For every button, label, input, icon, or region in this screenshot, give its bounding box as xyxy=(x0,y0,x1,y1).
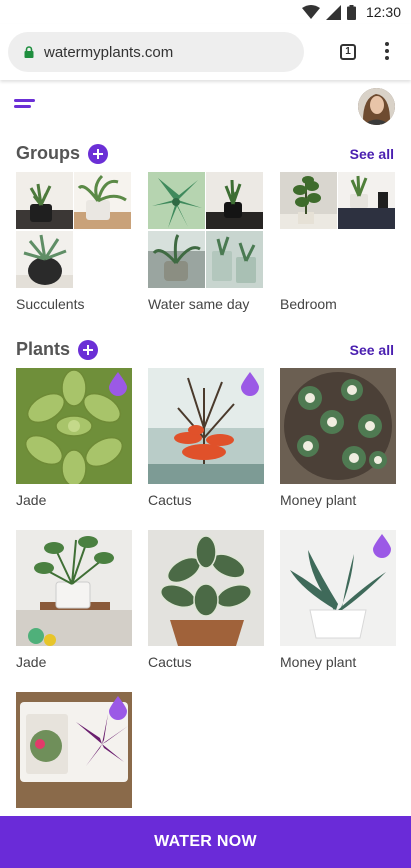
plant-label: Cactus xyxy=(148,654,192,670)
plants-see-all-link[interactable]: See all xyxy=(350,342,394,358)
group-photo xyxy=(206,231,263,288)
group-photo xyxy=(206,172,263,229)
status-icons: 12:30 xyxy=(301,4,401,20)
group-label: Water same day xyxy=(148,296,250,312)
add-plant-button[interactable] xyxy=(78,339,99,360)
plants-header: Plants xyxy=(16,339,99,360)
group-tile-succulents[interactable] xyxy=(16,172,132,288)
browser-toolbar: watermyplants.com 1 xyxy=(0,24,411,80)
plant-photo xyxy=(148,530,264,646)
menu-icon[interactable] xyxy=(14,99,38,113)
signal-icon xyxy=(325,4,341,20)
plants-title: Plants xyxy=(16,339,71,359)
group-photo xyxy=(16,231,73,288)
wifi-icon xyxy=(301,5,320,19)
group-label: Succulents xyxy=(16,296,85,312)
plant-label: Money plant xyxy=(280,654,357,670)
plant-label: Jade xyxy=(16,492,47,508)
water-drop-icon xyxy=(109,372,127,396)
water-now-button[interactable]: WATER NOW xyxy=(0,816,411,868)
plant-tile-7[interactable] xyxy=(16,692,132,808)
plant-tile-cactus-2[interactable] xyxy=(148,530,264,646)
plant-tile-cactus[interactable] xyxy=(148,368,264,484)
group-label: Bedroom xyxy=(280,296,337,312)
plant-tile-money-plant[interactable] xyxy=(280,368,396,484)
groups-see-all-link[interactable]: See all xyxy=(350,146,394,162)
plant-label: Jade xyxy=(16,654,47,670)
group-photo xyxy=(16,172,73,229)
group-tile-bedroom[interactable] xyxy=(280,172,396,230)
plant-photo xyxy=(280,368,396,484)
browser-menu-button[interactable] xyxy=(384,42,390,62)
avatar[interactable] xyxy=(358,88,395,125)
battery-icon xyxy=(346,4,356,20)
water-drop-icon xyxy=(373,534,391,558)
water-drop-icon xyxy=(241,372,259,396)
plant-photo xyxy=(16,530,132,646)
lock-icon xyxy=(24,46,34,58)
address-bar[interactable]: watermyplants.com xyxy=(8,32,304,72)
group-photo xyxy=(148,172,205,229)
group-photo xyxy=(74,172,131,229)
status-time: 12:30 xyxy=(365,4,401,20)
group-photo xyxy=(338,172,395,229)
plant-tile-money-plant-2[interactable] xyxy=(280,530,396,646)
tab-switcher-button[interactable]: 1 xyxy=(340,44,356,60)
plant-label: Money plant xyxy=(280,492,357,508)
status-bar: 12:30 xyxy=(0,0,411,24)
plant-tile-jade[interactable] xyxy=(16,368,132,484)
group-photo xyxy=(148,231,205,288)
groups-title: Groups xyxy=(16,143,81,163)
add-group-button[interactable] xyxy=(88,143,109,164)
plant-tile-jade-2[interactable] xyxy=(16,530,132,646)
group-tile-water-same-day[interactable] xyxy=(148,172,264,288)
group-photo xyxy=(280,172,337,229)
groups-header: Groups xyxy=(16,143,109,164)
url-text: watermyplants.com xyxy=(44,43,174,61)
water-drop-icon xyxy=(109,696,127,720)
plant-label: Cactus xyxy=(148,492,192,508)
avatar-image xyxy=(358,88,395,125)
